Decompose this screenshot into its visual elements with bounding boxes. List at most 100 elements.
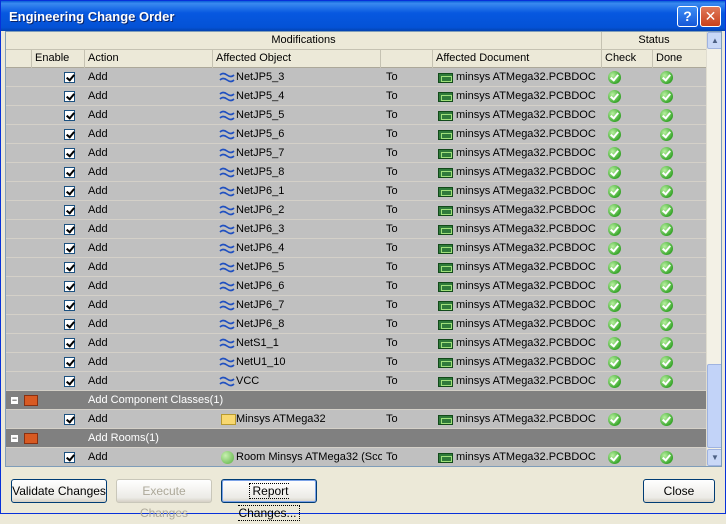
collapse-icon[interactable]: − bbox=[10, 434, 19, 443]
affected-object-cell: NetJP5_5 bbox=[236, 109, 285, 121]
action-cell: Add bbox=[88, 128, 108, 140]
table-row[interactable]: Add NetS1_1 To minsys ATMega32.PCBDOC bbox=[6, 334, 706, 353]
table-row[interactable]: Add NetJP6_7 To minsys ATMega32.PCBDOC bbox=[6, 296, 706, 315]
table-row[interactable]: Add NetJP6_5 To minsys ATMega32.PCBDOC bbox=[6, 258, 706, 277]
changes-grid: Modifications Status Enable Action Affec… bbox=[5, 31, 722, 467]
header-affected-document[interactable]: Affected Document bbox=[433, 50, 602, 68]
enable-checkbox[interactable] bbox=[64, 205, 75, 216]
table-row[interactable]: Add NetJP6_3 To minsys ATMega32.PCBDOC bbox=[6, 220, 706, 239]
enable-checkbox[interactable] bbox=[64, 148, 75, 159]
enable-checkbox[interactable] bbox=[64, 91, 75, 102]
header-action[interactable]: Action bbox=[85, 50, 213, 68]
scroll-down-button[interactable]: ▼ bbox=[707, 449, 721, 466]
collapse-icon[interactable]: − bbox=[10, 396, 19, 405]
table-row[interactable]: Add NetU1_10 To minsys ATMega32.PCBDOC bbox=[6, 353, 706, 372]
header-done[interactable]: Done bbox=[653, 50, 706, 68]
enable-checkbox[interactable] bbox=[64, 452, 75, 463]
header-to[interactable] bbox=[381, 50, 433, 68]
affected-object-cell: NetJP6_2 bbox=[236, 204, 285, 216]
check-ok-icon bbox=[608, 413, 621, 426]
action-cell: Add bbox=[88, 109, 108, 121]
done-ok-icon bbox=[660, 280, 673, 293]
table-row[interactable]: Add NetJP5_3 To minsys ATMega32.PCBDOC bbox=[6, 68, 706, 87]
report-changes-button[interactable]: Report Changes... bbox=[221, 479, 317, 521]
close-window-button[interactable]: ✕ bbox=[700, 6, 721, 27]
to-cell: To bbox=[386, 356, 398, 368]
table-row[interactable]: Add NetJP6_8 To minsys ATMega32.PCBDOC bbox=[6, 315, 706, 334]
affected-document-cell: minsys ATMega32.PCBDOC bbox=[456, 318, 596, 330]
to-cell: To bbox=[386, 318, 398, 330]
table-row[interactable]: Add NetJP6_4 To minsys ATMega32.PCBDOC bbox=[6, 239, 706, 258]
table-row[interactable]: Add NetJP5_7 To minsys ATMega32.PCBDOC bbox=[6, 144, 706, 163]
net-icon bbox=[219, 280, 235, 292]
check-ok-icon bbox=[608, 242, 621, 255]
table-row[interactable]: Add Room Minsys ATMega32 (Scop To minsys AT… bbox=[6, 448, 706, 466]
enable-checkbox[interactable] bbox=[64, 357, 75, 368]
enable-checkbox[interactable] bbox=[64, 72, 75, 83]
help-button[interactable]: ? bbox=[677, 6, 698, 27]
title-bar[interactable]: Engineering Change Order ? ✕ bbox=[1, 1, 725, 31]
pcb-document-icon bbox=[438, 73, 453, 83]
table-row[interactable]: Add VCC To minsys ATMega32.PCBDOC bbox=[6, 372, 706, 391]
header-affected-object[interactable]: Affected Object bbox=[213, 50, 381, 68]
affected-object-cell: NetJP5_4 bbox=[236, 90, 285, 102]
scroll-thumb[interactable] bbox=[707, 364, 721, 448]
enable-checkbox[interactable] bbox=[64, 167, 75, 178]
table-row[interactable]: Add NetJP5_5 To minsys ATMega32.PCBDOC bbox=[6, 106, 706, 125]
table-row[interactable]: Add Minsys ATMega32 To minsys ATMega32.PCBD… bbox=[6, 410, 706, 429]
net-icon bbox=[219, 204, 235, 216]
to-cell: To bbox=[386, 375, 398, 387]
enable-checkbox[interactable] bbox=[64, 129, 75, 140]
table-row[interactable]: Add NetJP6_6 To minsys ATMega32.PCBDOC bbox=[6, 277, 706, 296]
done-ok-icon bbox=[660, 90, 673, 103]
vertical-scrollbar[interactable]: ▲ ▼ bbox=[706, 32, 721, 466]
validate-changes-button[interactable]: Validate Changes bbox=[11, 479, 107, 503]
net-icon bbox=[219, 337, 235, 349]
scroll-up-button[interactable]: ▲ bbox=[707, 32, 721, 49]
action-cell: Add bbox=[88, 337, 108, 349]
enable-checkbox[interactable] bbox=[64, 338, 75, 349]
pcb-document-icon bbox=[438, 415, 453, 425]
enable-checkbox[interactable] bbox=[64, 110, 75, 121]
done-ok-icon bbox=[660, 185, 673, 198]
group-row[interactable]: − Add Rooms(1) bbox=[6, 429, 706, 448]
enable-checkbox[interactable] bbox=[64, 319, 75, 330]
action-cell: Add bbox=[88, 223, 108, 235]
table-row[interactable]: Add NetJP5_8 To minsys ATMega32.PCBDOC bbox=[6, 163, 706, 182]
enable-checkbox[interactable] bbox=[64, 300, 75, 311]
enable-checkbox[interactable] bbox=[64, 414, 75, 425]
close-button[interactable]: Close bbox=[643, 479, 715, 503]
table-row[interactable]: Add NetJP6_2 To minsys ATMega32.PCBDOC bbox=[6, 201, 706, 220]
enable-checkbox[interactable] bbox=[64, 243, 75, 254]
enable-checkbox[interactable] bbox=[64, 186, 75, 197]
action-cell: Add bbox=[88, 147, 108, 159]
enable-checkbox[interactable] bbox=[64, 224, 75, 235]
header-columns: Enable Action Affected Object Affected D… bbox=[6, 50, 706, 68]
check-ok-icon bbox=[608, 128, 621, 141]
action-cell: Add bbox=[88, 185, 108, 197]
net-icon bbox=[219, 71, 235, 83]
enable-checkbox[interactable] bbox=[64, 262, 75, 273]
group-row[interactable]: − Add Component Classes(1) bbox=[6, 391, 706, 410]
done-ok-icon bbox=[660, 204, 673, 217]
check-ok-icon bbox=[608, 90, 621, 103]
affected-object-cell: NetJP6_5 bbox=[236, 261, 285, 273]
to-cell: To bbox=[386, 413, 398, 425]
pcb-document-icon bbox=[438, 320, 453, 330]
enable-checkbox[interactable] bbox=[64, 376, 75, 387]
header-check[interactable]: Check bbox=[602, 50, 653, 68]
execute-changes-button[interactable]: Execute Changes bbox=[116, 479, 212, 520]
check-ok-icon bbox=[608, 356, 621, 369]
enable-checkbox[interactable] bbox=[64, 281, 75, 292]
done-ok-icon bbox=[660, 71, 673, 84]
table-row[interactable]: Add NetJP6_1 To minsys ATMega32.PCBDOC bbox=[6, 182, 706, 201]
to-cell: To bbox=[386, 71, 398, 83]
affected-document-cell: minsys ATMega32.PCBDOC bbox=[456, 223, 596, 235]
header-enable[interactable]: Enable bbox=[32, 50, 85, 68]
table-row[interactable]: Add NetJP5_6 To minsys ATMega32.PCBDOC bbox=[6, 125, 706, 144]
check-ok-icon bbox=[608, 318, 621, 331]
affected-object-cell: NetJP5_7 bbox=[236, 147, 285, 159]
table-row[interactable]: Add NetJP5_4 To minsys ATMega32.PCBDOC bbox=[6, 87, 706, 106]
affected-object-cell: Room Minsys ATMega32 (Scop bbox=[236, 451, 382, 463]
action-cell: Add bbox=[88, 166, 108, 178]
